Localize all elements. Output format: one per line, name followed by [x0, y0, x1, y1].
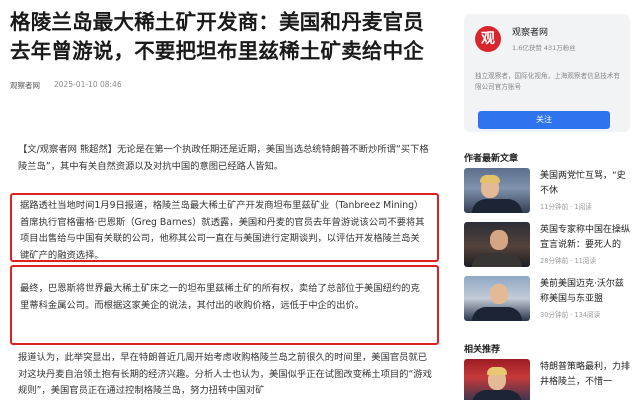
sidebar: 观 观察者网 1.6亿获赞 431万粉丝 独立观察者，国际化视角，上海观察者信息…	[464, 0, 636, 400]
article-date: 2025-01-10 08:46	[54, 80, 122, 89]
news-title-line-1[interactable]: 美前美国迈克·沃尔兹	[540, 277, 636, 292]
highlight-box-1: 据路透社当地时间1月9日报道，格陵兰岛最大稀土矿产开发商坦布里兹矿业（Tanbr…	[10, 193, 439, 262]
news-item[interactable]: 美国两党忙互骂，“史 不休 11分钟前 · 1阅读	[464, 168, 636, 216]
news-title-line-1[interactable]: 特朗普策略最利，力排	[540, 360, 636, 375]
author-stats: 1.6亿获赞 431万粉丝	[512, 44, 576, 52]
news-title-line-1[interactable]: 美国两党忙互骂，“史	[540, 169, 636, 184]
news-thumbnail[interactable]	[464, 168, 530, 213]
latest-articles-heading: 作者最新文章	[464, 154, 519, 164]
news-title-line-2[interactable]: 称美国与东亚盟	[540, 292, 636, 307]
highlight-box-2: 最终，巴恩斯将世界最大稀土矿床之一的坦布里兹稀土矿的所有权，卖给了总部位于美国纽…	[10, 265, 439, 345]
news-thumbnail[interactable]	[464, 222, 530, 267]
news-meta: 30分钟前 · 134阅读	[540, 311, 601, 319]
article-paragraph-3: 最终，巴恩斯将世界最大稀土矿床之一的坦布里兹稀土矿的所有权，卖给了总部位于美国纽…	[20, 283, 420, 311]
news-item[interactable]: 特朗普策略最利，力排 井格陵兰，不惜一	[464, 359, 636, 400]
byline-tag: 【文/观察者网 熊超然】	[18, 144, 118, 155]
news-thumbnail[interactable]	[464, 359, 530, 400]
related-heading: 相关推荐	[464, 345, 501, 355]
news-title-line-2[interactable]: 不休	[540, 184, 636, 199]
article-source[interactable]: 观察者网	[10, 80, 40, 91]
article-meta: 观察者网 2025-01-10 08:46	[10, 80, 442, 91]
article-column: 格陵兰岛最大稀土矿开发商：美国和丹麦官员去年曾游说，不要把坦布里兹稀土矿卖给中企…	[10, 0, 442, 400]
article-paragraph-4: 报道认为，此举突显出，早在特朗普近几周开始考虑收购格陵兰岛之前很久的时间里，美国…	[18, 352, 432, 396]
author-description: 独立观察者，国际化视角，上海观察者信息技术有限公司官方账号	[475, 72, 621, 91]
news-thumbnail[interactable]	[464, 276, 530, 321]
news-meta: 11分钟前 · 1阅读	[540, 203, 592, 211]
author-name[interactable]: 观察者网	[512, 25, 548, 38]
news-meta: 28分钟前 · 11阅读	[540, 257, 597, 265]
author-logo-icon[interactable]: 观	[475, 26, 501, 52]
author-card: 观 观察者网 1.6亿获赞 431万粉丝 独立观察者，国际化视角，上海观察者信息…	[464, 14, 630, 132]
news-item[interactable]: 美前美国迈克·沃尔兹 称美国与东亚盟 30分钟前 · 134阅读	[464, 276, 636, 324]
article-paragraph-1: 【文/观察者网 熊超然】无论是在第一个执政任期还是近期，美国当选总统特朗普不断炒…	[18, 142, 432, 175]
news-item[interactable]: 英国专家称中国在操纵 宣言说新：要死人的 28分钟前 · 11阅读	[464, 222, 636, 270]
news-title-line-1[interactable]: 英国专家称中国在操纵	[540, 223, 636, 238]
news-title-line-2[interactable]: 宣言说新：要死人的	[540, 238, 636, 253]
article-title: 格陵兰岛最大稀土矿开发商：美国和丹麦官员去年曾游说，不要把坦布里兹稀土矿卖给中企	[10, 10, 424, 63]
news-title-line-2[interactable]: 井格陵兰，不惜一	[540, 375, 636, 390]
follow-button[interactable]: 关注	[478, 111, 610, 129]
article-paragraph-2: 据路透社当地时间1月9日报道，格陵兰岛最大稀土矿产开发商坦布里兹矿业（Tanbr…	[20, 200, 425, 261]
